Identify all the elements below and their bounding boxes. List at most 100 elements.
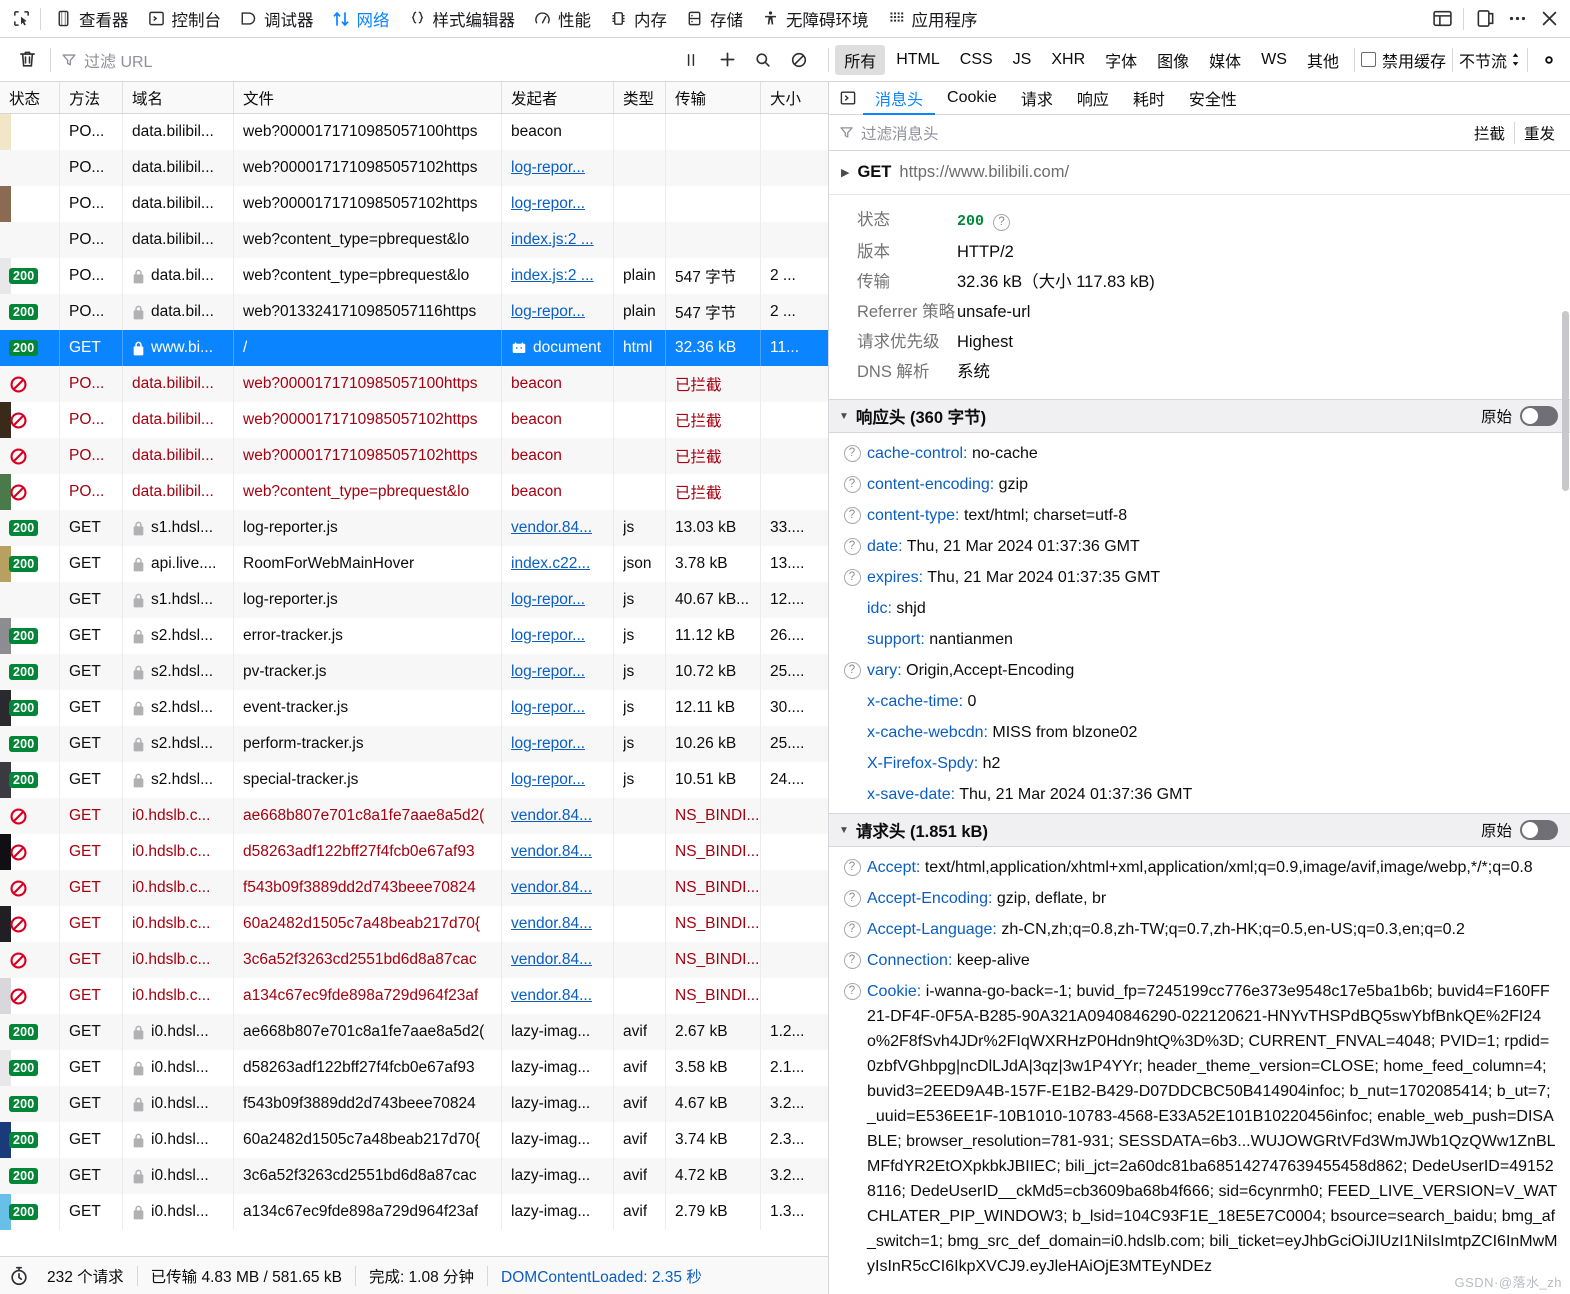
table-row[interactable]: GET i0.hdslb.c... f543b09f3889dd2d743beee7… [0,870,828,906]
details-tab-timings[interactable]: 耗时 [1121,82,1177,115]
type-filter-js[interactable]: JS [1004,48,1041,72]
add-request-button[interactable] [714,47,740,73]
devtool-tab-inspector[interactable]: 查看器 [45,0,138,38]
details-tab-response[interactable]: 响应 [1065,82,1121,115]
help-icon[interactable]: ? [993,213,1011,231]
disable-cache-checkbox[interactable]: 禁用缓存 [1360,48,1446,72]
help-icon[interactable]: ? [843,507,861,524]
resend-request-button[interactable]: 重发 [1513,121,1564,144]
header-name[interactable]: content-encoding: [867,476,994,493]
header-name[interactable]: x-cache-webcdn: [867,724,988,741]
initiator-link[interactable]: vendor.84... [511,519,592,537]
more-options-icon[interactable] [1502,4,1532,34]
header-name[interactable]: expires: [867,569,923,586]
devtool-tab-debugger[interactable]: 调试器 [230,0,323,38]
details-scroll-area[interactable]: ▶ GET https://www.bilibili.com/ 状态 200 ?… [829,151,1570,1294]
header-name[interactable]: date: [867,538,903,555]
table-row[interactable]: 200 GET s2.hdsl... special-tracker.js log-re… [0,762,828,798]
table-row[interactable]: 200 GET i0.hdsl... 3c6a52f3263cd2551bd6d8a8… [0,1158,828,1194]
column-header-domain[interactable]: 域名 [123,82,234,113]
clear-requests-button[interactable] [10,44,44,76]
column-header-method[interactable]: 方法 [60,82,123,113]
type-filter-other[interactable]: 其他 [1298,45,1348,75]
devtool-tab-storage[interactable]: 存储 [676,0,752,38]
details-tab-security[interactable]: 安全性 [1177,82,1249,115]
response-headers-section-title[interactable]: ▼ 响应头 (360 字节) 原始 [829,399,1570,433]
block-request-button[interactable]: 拦截 [1465,122,1514,144]
expand-triangle-icon[interactable]: ▶ [841,166,849,179]
header-name[interactable]: Cookie: [867,983,921,1000]
type-filter-html[interactable]: HTML [887,48,949,72]
table-row[interactable]: 200 GET s1.hdsl... log-reporter.js vendor.84… [0,510,828,546]
header-name[interactable]: x-save-date: [867,786,955,803]
request-table-body[interactable]: PO... data.bilibil... web?0000171710985057… [0,114,828,1256]
header-name[interactable]: content-type: [867,507,960,524]
initiator-link[interactable]: log-repor... [511,591,585,609]
settings-button[interactable] [1534,46,1564,74]
pick-element-icon[interactable] [6,4,36,34]
details-scrollbar-thumb[interactable] [1562,311,1569,491]
details-tab-cookies[interactable]: Cookie [935,82,1009,115]
table-row[interactable]: 200 GET i0.hdsl... a134c67ec9fde898a729d964… [0,1194,828,1230]
table-row[interactable]: 200 PO... data.bil... web?01332417109850571… [0,294,828,330]
raw-toggle[interactable] [1520,820,1558,840]
header-name[interactable]: idc: [867,600,892,617]
type-filter-all[interactable]: 所有 [835,44,886,75]
separate-window-icon[interactable] [1470,4,1500,34]
header-name[interactable]: vary: [867,662,902,679]
initiator-link[interactable]: vendor.84... [511,879,592,897]
table-row[interactable]: PO... data.bilibil... web?0000171710985057… [0,366,828,402]
initiator-link[interactable]: index.js:2 ... [511,231,594,249]
table-row[interactable]: GET s1.hdsl... log-reporter.js log-repor...… [0,582,828,618]
table-row[interactable]: GET i0.hdslb.c... ae668b807e701c8a1fe7aae8… [0,798,828,834]
header-name[interactable]: Accept-Language: [867,921,997,938]
help-icon[interactable]: ? [843,662,861,679]
table-row[interactable]: 200 PO... data.bil... web?content_type=pbre… [0,258,828,294]
block-requests-button[interactable] [786,47,812,73]
initiator-link[interactable]: log-repor... [511,663,585,681]
header-name[interactable]: Connection: [867,952,952,969]
table-row[interactable]: 200 GET s2.hdsl... error-tracker.js log-repo… [0,618,828,654]
table-row[interactable]: PO... data.bilibil... web?content_type=pbr… [0,222,828,258]
initiator-link[interactable]: vendor.84... [511,843,592,861]
collapse-panel-icon[interactable] [833,82,863,114]
table-row[interactable]: 200 GET i0.hdsl... d58263adf122bff27f4fcb0e… [0,1050,828,1086]
help-icon[interactable]: ? [843,890,861,907]
type-filter-image[interactable]: 图像 [1148,45,1198,75]
table-row[interactable]: PO... data.bilibil... web?0000171710985057… [0,402,828,438]
table-row[interactable]: 200 GET i0.hdsl... f543b09f3889dd2d743beee7… [0,1086,828,1122]
table-row[interactable]: 200 GET s2.hdsl... pv-tracker.js log-repor..… [0,654,828,690]
table-row[interactable]: PO... data.bilibil... web?0000171710985057… [0,186,828,222]
devtool-tab-application[interactable]: 应用程序 [878,0,987,38]
table-row[interactable]: GET i0.hdslb.c... 3c6a52f3263cd2551bd6d8a8… [0,942,828,978]
raw-toggle[interactable] [1520,406,1558,426]
table-row[interactable]: 200 GET api.live.... RoomForWebMainHover ind… [0,546,828,582]
initiator-link[interactable]: vendor.84... [511,807,592,825]
initiator-link[interactable]: log-repor... [511,627,585,645]
devtool-tab-memory[interactable]: 内存 [600,0,676,38]
header-name[interactable]: Accept: [867,859,920,876]
table-row[interactable]: GET i0.hdslb.c... d58263adf122bff27f4fcb0e… [0,834,828,870]
header-name[interactable]: Accept-Encoding: [867,890,992,907]
table-row[interactable]: 200 GET www.bi... / document html 32.36 kB 11..… [0,330,828,366]
initiator-link[interactable]: vendor.84... [511,987,592,1005]
table-row[interactable]: PO... data.bilibil... web?0000171710985057… [0,438,828,474]
type-filter-xhr[interactable]: XHR [1042,48,1094,72]
column-header-type[interactable]: 类型 [614,82,666,113]
throttling-select[interactable]: 不节流 [1459,48,1521,72]
initiator-link[interactable]: log-repor... [511,699,585,717]
devtool-tab-style-editor[interactable]: 样式编辑器 [399,0,525,38]
header-name[interactable]: support: [867,631,925,648]
table-row[interactable]: 200 GET i0.hdsl... ae668b807e701c8a1fe7aae8… [0,1014,828,1050]
help-icon[interactable]: ? [843,445,861,462]
request-url-line[interactable]: ▶ GET https://www.bilibili.com/ [829,151,1570,195]
table-row[interactable]: PO... data.bilibil... web?0000171710985057… [0,150,828,186]
initiator-link[interactable]: log-repor... [511,735,585,753]
help-icon[interactable]: ? [843,569,861,586]
help-icon[interactable]: ? [843,476,861,493]
table-row[interactable]: GET i0.hdslb.c... 60a2482d1505c7a48beab217… [0,906,828,942]
table-row[interactable]: GET i0.hdslb.c... a134c67ec9fde898a729d964… [0,978,828,1014]
dock-layout-icon[interactable] [1427,4,1457,34]
type-filter-css[interactable]: CSS [951,48,1002,72]
initiator-link[interactable]: log-repor... [511,771,585,789]
